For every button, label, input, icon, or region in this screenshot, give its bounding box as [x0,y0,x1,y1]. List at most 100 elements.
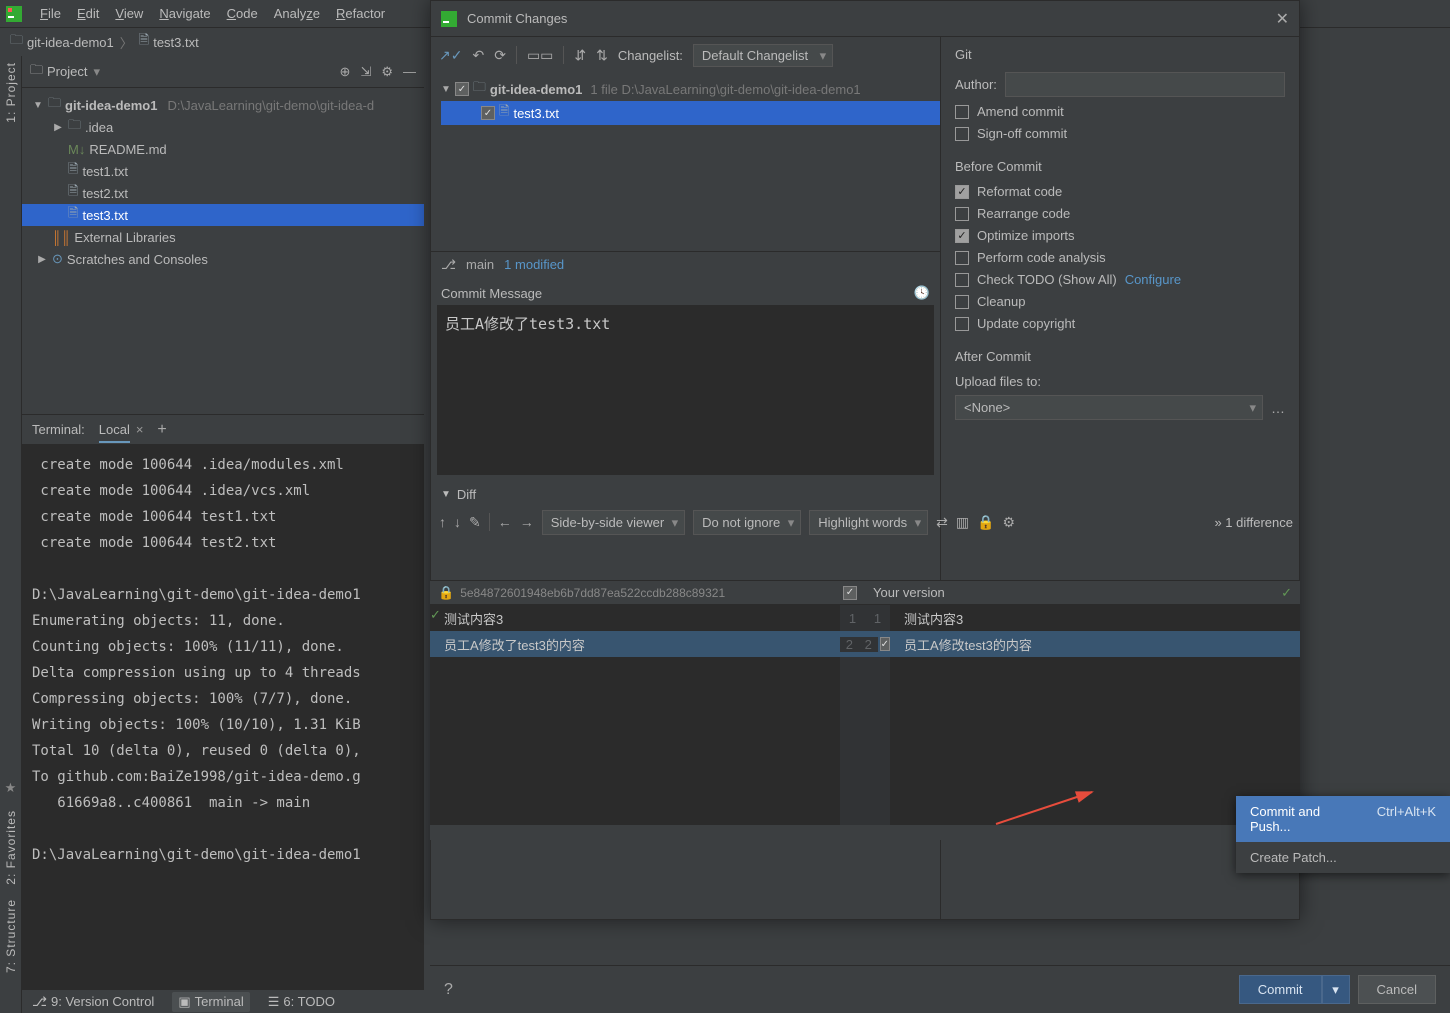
tree-scratches[interactable]: ▶⊙Scratches and Consoles [22,248,424,270]
prev-diff-icon[interactable]: ↑ [439,514,446,530]
changes-file[interactable]: 🗎 test3.txt [441,101,940,125]
view-mode-dropdown[interactable]: Side-by-side viewer [542,510,685,535]
help-icon[interactable]: ? [444,981,453,999]
tab-todo[interactable]: ☰6: TODO [268,994,335,1010]
modified-count[interactable]: 1 modified [504,257,564,272]
tree-readme[interactable]: M↓README.md [22,138,424,160]
next-diff-icon[interactable]: ↓ [454,514,461,530]
check-icon: ✓ [1281,585,1292,601]
diff-left-header: 🔒 5e84872601948eb6b7dd87ea522ccdb288c893… [430,581,865,605]
tree-test3[interactable]: 🗎test3.txt [22,204,424,226]
checkbox[interactable] [843,586,857,600]
menu-navigate[interactable]: Navigate [151,3,218,24]
terminal-label: Terminal: [32,422,85,437]
terminal-tab-local[interactable]: Local [99,422,130,437]
revert-icon[interactable]: ↶ [472,47,484,64]
left-gutter: 1: Project ★ 2: Favorites 7: Structure [0,56,22,1013]
collapse-all-icon[interactable]: ⇅ [596,47,608,64]
checkbox[interactable] [955,105,969,119]
hide-icon[interactable]: — [403,64,416,80]
ij-logo-icon [441,11,457,27]
commit-message-input[interactable] [437,305,934,475]
branch-icon: ⎇ [32,994,47,1010]
more-icon[interactable]: … [1271,400,1285,416]
popup-commit-push[interactable]: Commit and Push...Ctrl+Alt+K [1236,796,1450,842]
author-label: Author: [955,77,997,92]
checkbox[interactable] [481,106,495,120]
gutter-favorites[interactable]: 2: Favorites [4,810,18,885]
menu-refactor[interactable]: Refactor [328,3,393,24]
tree-test2[interactable]: 🗎test2.txt [22,182,424,204]
checkbox[interactable] [955,251,969,265]
tree-idea[interactable]: ▶🗀.idea [22,116,424,138]
changes-root[interactable]: ▼ 🗀 git-idea-demo1 1 file D:\JavaLearnin… [441,77,940,101]
highlight-dropdown[interactable]: Highlight words [809,510,928,535]
after-commit-section: After Commit [955,349,1285,364]
checkbox[interactable] [955,207,969,221]
prev-file-icon[interactable]: ← [498,514,512,530]
checkbox[interactable] [955,317,969,331]
branch-name[interactable]: main [466,257,494,272]
gear-icon[interactable]: ⚙ [381,64,393,80]
star-icon[interactable]: ★ [5,780,17,796]
checkbox[interactable] [455,82,469,96]
menu-view[interactable]: View [107,3,151,24]
configure-link[interactable]: Configure [1125,272,1181,287]
lock-icon: 🔒 [438,585,454,601]
commit-button[interactable]: Commit [1239,975,1322,1004]
ij-logo-icon [6,6,22,22]
diff-right-panel[interactable]: 测试内容3 员工A修改test3的内容 [890,605,1300,825]
gutter-structure[interactable]: 7: Structure [4,899,18,973]
diff-gutter: 11 22 [840,605,890,825]
refresh-icon[interactable]: ⟳ [494,47,506,64]
project-title: Project [47,64,87,79]
upload-dropdown[interactable]: <None> [955,395,1263,420]
commit-split-popup: Commit and Push...Ctrl+Alt+K Create Patc… [1236,796,1450,873]
menu-edit[interactable]: Edit [69,3,107,24]
breadcrumb-file[interactable]: 🗎test3.txt [139,31,199,53]
cancel-button[interactable]: Cancel [1358,975,1436,1004]
expand-all-icon[interactable]: ⇵ [574,47,586,64]
breadcrumb-project[interactable]: 🗀git-idea-demo1 [10,31,114,53]
terminal-output[interactable]: create mode 100644 .idea/modules.xml cre… [22,444,424,1013]
amend-label[interactable]: Amend commit [977,104,1064,119]
tree-test1[interactable]: 🗎test1.txt [22,160,424,182]
popup-create-patch[interactable]: Create Patch... [1236,842,1450,873]
checkbox[interactable] [955,295,969,309]
branch-bar: ⎇ main 1 modified [431,251,940,277]
tab-close-icon[interactable]: × [136,422,144,437]
menu-file[interactable]: File [32,3,69,24]
gutter-project[interactable]: 1: Project [4,62,18,123]
checkbox[interactable] [955,185,969,199]
checkbox[interactable] [955,229,969,243]
diff-left-panel[interactable]: ✓ 测试内容3 员工A修改了test3的内容 [430,605,840,825]
edit-icon[interactable]: ✎ [469,514,481,531]
tree-root[interactable]: ▼🗀git-idea-demo1D:\JavaLearning\git-demo… [22,94,424,116]
tab-add-icon[interactable]: + [157,421,166,439]
signoff-label[interactable]: Sign-off commit [977,126,1067,141]
dialog-toolbar: ↗✓ ↶ ⟳ ▭▭ ⇵ ⇅ Changelist: Default Change… [431,37,940,73]
group-icon[interactable]: ▭▭ [527,47,553,64]
expand-icon[interactable]: ⇲ [360,64,371,80]
dialog-titlebar: Commit Changes ✕ [431,1,1299,37]
locate-icon[interactable]: ⊕ [340,64,351,80]
project-dropdown-icon[interactable]: ▾ [93,64,100,80]
commit-icon[interactable]: ↗✓ [439,47,462,64]
menu-code[interactable]: Code [219,3,266,24]
tree-external[interactable]: ║║External Libraries [22,226,424,248]
changelist-dropdown[interactable]: Default Changelist [693,44,833,67]
checkbox[interactable] [880,637,890,651]
checkbox[interactable] [955,127,969,141]
tab-version-control[interactable]: ⎇9: Version Control [32,994,154,1010]
commit-split-button[interactable]: ▾ [1322,975,1350,1004]
upload-label: Upload files to: [955,374,1285,389]
ignore-dropdown[interactable]: Do not ignore [693,510,801,535]
next-file-icon[interactable]: → [520,514,534,530]
checkbox[interactable] [955,273,969,287]
history-icon[interactable]: 🕓 [914,285,930,301]
diff-header[interactable]: ▼Diff [431,483,940,506]
close-icon[interactable]: ✕ [1276,9,1289,29]
menu-analyze[interactable]: Analyze [266,3,328,24]
author-input[interactable] [1005,72,1285,97]
tab-terminal[interactable]: ▣Terminal [172,992,249,1012]
